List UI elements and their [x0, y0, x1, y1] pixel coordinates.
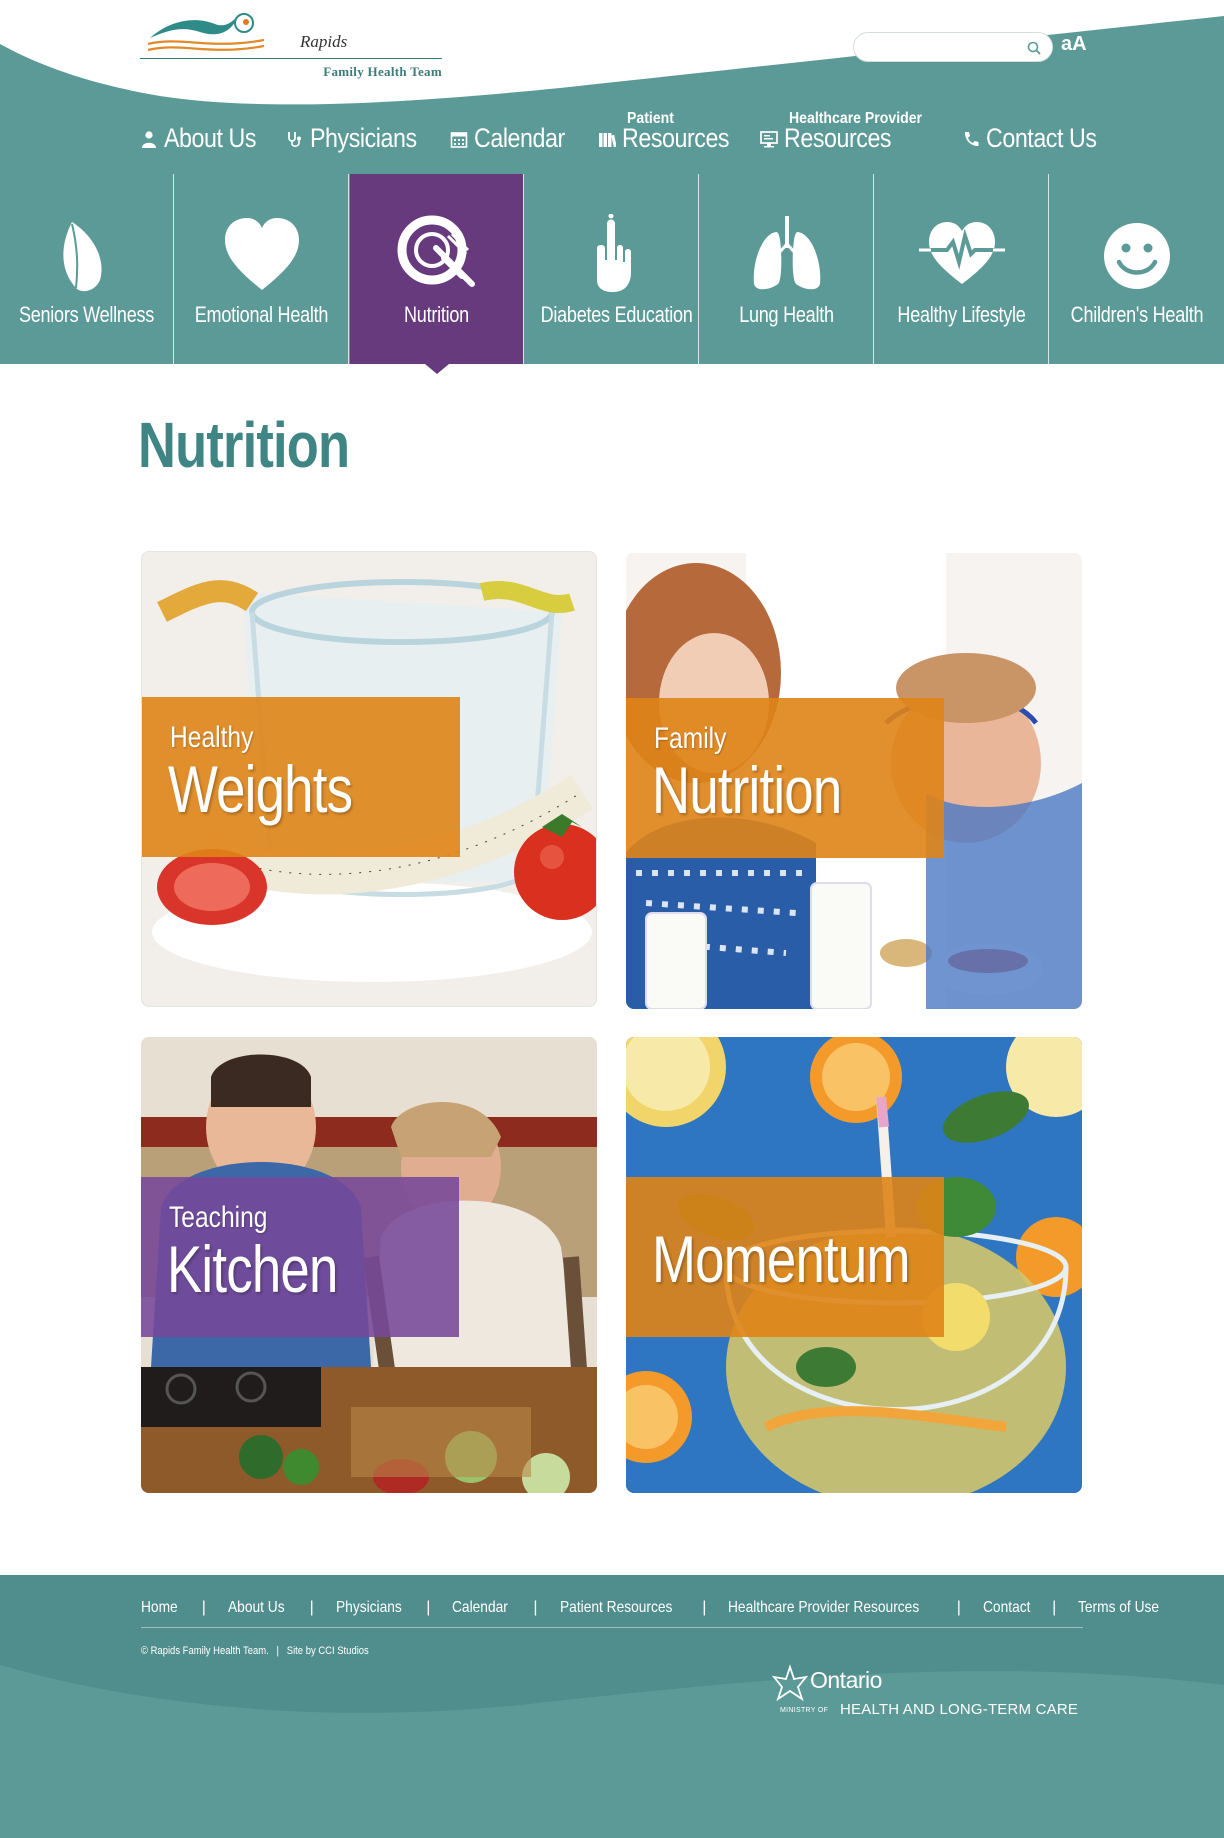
stethoscope-icon: [288, 132, 301, 147]
category-label: Nutrition: [404, 302, 469, 327]
finger-prick-icon: [596, 214, 631, 292]
plate-fork-knife-icon: [397, 215, 475, 287]
footer-separator: |: [1052, 1599, 1057, 1616]
person-icon: [142, 131, 156, 148]
footer-separator: |: [426, 1599, 431, 1616]
heart-icon: [224, 218, 299, 290]
nav-label: Calendar: [474, 123, 565, 153]
ontario-ministry-logo[interactable]: Ontario MINISTRY OF HEALTH AND LONG-TERM…: [770, 1663, 1100, 1733]
tile-title-big: Weights: [168, 752, 353, 826]
category-label: Healthy Lifestyle: [897, 302, 1026, 327]
category-lung-health[interactable]: Lung Health: [700, 174, 874, 364]
tile-title-big: Kitchen: [167, 1232, 338, 1306]
tile-teaching-kitchen[interactable]: Teaching Kitchen: [141, 1037, 597, 1493]
category-childrens-health[interactable]: Children's Health: [1050, 174, 1224, 364]
site-header: Rapids Family Health Team aA About Us Ph…: [0, 0, 1224, 174]
search-icon[interactable]: [1026, 40, 1042, 56]
calendar-icon: [450, 132, 468, 148]
tile-title-big: Nutrition: [652, 753, 842, 827]
trillium-icon: [771, 1664, 809, 1702]
ministry-department: HEALTH AND LONG-TERM CARE: [840, 1701, 1079, 1718]
books-icon: [599, 133, 616, 148]
footer-link-contact[interactable]: Contact: [983, 1599, 1030, 1617]
nav-label: Physicians: [310, 123, 417, 153]
footer-separator: |: [276, 1645, 279, 1657]
text-size-toggle[interactable]: aA: [1061, 33, 1087, 56]
category-seniors-wellness[interactable]: Seniors Wellness: [0, 174, 174, 364]
leaf-icon: [62, 222, 102, 292]
footer-link-physicians[interactable]: Physicians: [336, 1599, 402, 1617]
copyright-text: © Rapids Family Health Team.: [141, 1645, 269, 1657]
site-logo[interactable]: Rapids Family Health Team: [140, 10, 442, 86]
tile-healthy-weights[interactable]: Healthy Weights: [141, 551, 597, 1007]
tile-title-small: Healthy: [170, 721, 254, 754]
logo-name: Rapids: [300, 32, 348, 51]
footer-link-calendar[interactable]: Calendar: [452, 1599, 508, 1617]
tile-title-panel: Healthy Weights: [142, 697, 460, 857]
nav-patient-resources[interactable]: Patient Resources: [598, 100, 747, 174]
search-input[interactable]: [866, 37, 1016, 57]
monitor-icon: [760, 131, 778, 148]
category-label: Lung Health: [739, 302, 834, 327]
footer-link-about-us[interactable]: About Us: [228, 1599, 285, 1617]
nav-label: Resources: [622, 123, 730, 153]
logo-subtitle: Family Health Team: [323, 64, 442, 79]
tile-title-big: Momentum: [652, 1222, 910, 1296]
category-label: Children's Health: [1070, 302, 1204, 327]
nav-calendar[interactable]: Calendar: [450, 100, 580, 174]
nav-physicians[interactable]: Physicians: [286, 100, 434, 174]
footer-separator: |: [309, 1599, 314, 1616]
category-nutrition[interactable]: Nutrition: [350, 174, 524, 374]
tile-title-panel: Teaching Kitchen: [141, 1177, 459, 1337]
main-navigation: About Us Physicians Calendar Patient Res…: [0, 100, 1224, 174]
phone-icon: [964, 132, 979, 147]
footer-separator: |: [956, 1599, 961, 1616]
category-emotional-health[interactable]: Emotional Health: [175, 174, 349, 364]
nav-label: Resources: [784, 123, 892, 153]
footer-separator: |: [702, 1599, 707, 1616]
page-title: Nutrition: [138, 409, 350, 481]
tile-title-panel: Momentum: [626, 1177, 944, 1337]
ontario-wordmark: Ontario: [810, 1667, 882, 1693]
logo-divider: [140, 58, 442, 59]
lungs-icon: [753, 216, 820, 290]
footer-link-terms-of-use[interactable]: Terms of Use: [1078, 1599, 1159, 1617]
nav-label: About Us: [164, 123, 257, 153]
nav-label: Contact Us: [986, 123, 1097, 153]
footer-link-home[interactable]: Home: [141, 1599, 178, 1617]
category-label: Seniors Wellness: [18, 302, 155, 327]
health-category-bar: Seniors Wellness Emotional Health Nutrit…: [0, 174, 1224, 374]
tile-title-panel: Family Nutrition: [626, 698, 944, 858]
tile-title-small: Family: [654, 722, 727, 755]
footer-divider: [141, 1627, 1083, 1628]
site-credit-link[interactable]: Site by CCI Studios: [287, 1645, 369, 1657]
category-label: Emotional Health: [194, 302, 329, 327]
site-footer: Home | About Us | Physicians | Calendar …: [0, 1575, 1224, 1838]
nav-contact-us[interactable]: Contact Us: [962, 100, 1115, 174]
footer-link-healthcare-provider-resources[interactable]: Healthcare Provider Resources: [728, 1599, 919, 1617]
footer-separator: |: [201, 1599, 206, 1616]
category-diabetes-education[interactable]: Diabetes Education: [525, 174, 699, 364]
category-label: Diabetes Education: [540, 302, 693, 327]
tile-momentum[interactable]: Momentum: [626, 1037, 1082, 1493]
tile-family-nutrition[interactable]: Family Nutrition: [626, 553, 1082, 1009]
nav-about-us[interactable]: About Us: [140, 100, 271, 174]
footer-separator: |: [533, 1599, 538, 1616]
category-healthy-lifestyle[interactable]: Healthy Lifestyle: [875, 174, 1049, 364]
nav-healthcare-provider-resources[interactable]: Healthcare Provider Resources: [760, 100, 922, 174]
tile-title-small: Teaching: [169, 1201, 268, 1234]
smiley-icon: [1104, 223, 1170, 289]
footer-link-patient-resources[interactable]: Patient Resources: [560, 1599, 672, 1617]
search-box: [853, 32, 1053, 62]
footer-copyright-line: © Rapids Family Health Team. | Site by C…: [141, 1645, 369, 1657]
footer-navigation: Home | About Us | Physicians | Calendar …: [141, 1593, 1159, 1623]
active-indicator-arrow: [424, 364, 449, 374]
heartbeat-icon: [918, 222, 1005, 284]
logo-wave-icon: [147, 13, 265, 52]
ministry-of-label: MINISTRY OF: [780, 1707, 829, 1714]
